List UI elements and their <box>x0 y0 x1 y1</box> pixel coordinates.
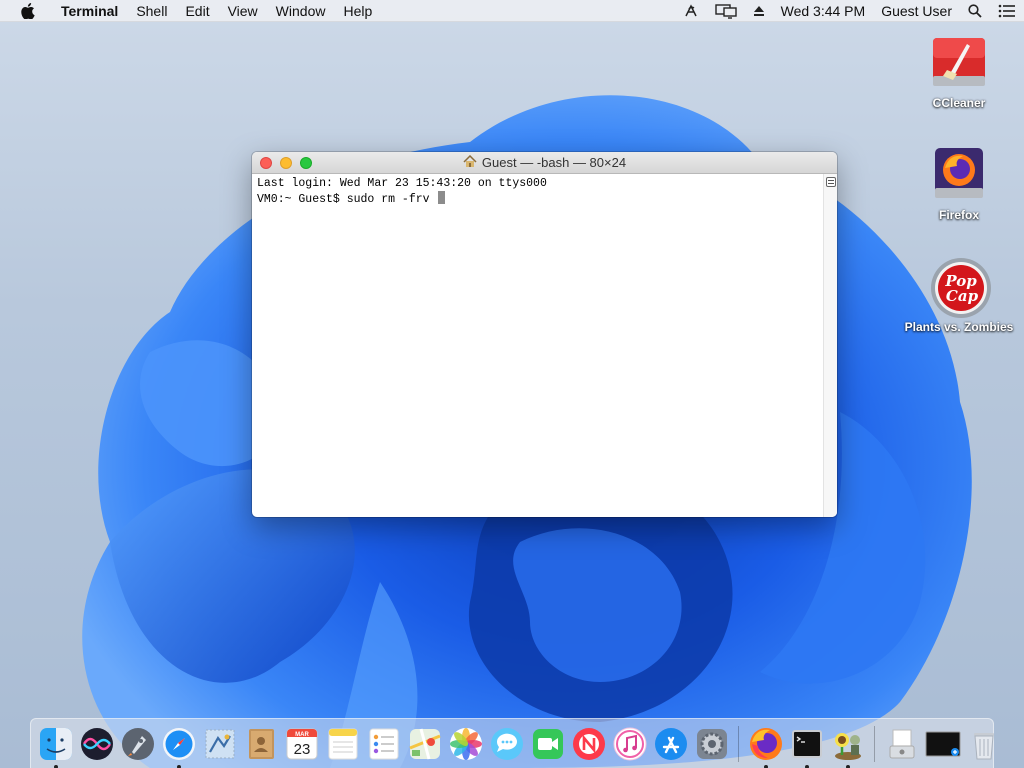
finder-icon <box>39 727 72 760</box>
dock-siri[interactable] <box>79 726 115 762</box>
dock-itunes[interactable] <box>612 726 648 762</box>
desktop-icon-plants-vs-zombies[interactable]: Pop Cap Plants vs. Zombies <box>899 256 1019 334</box>
screen-window-icon <box>925 731 960 756</box>
dock-firefox[interactable] <box>748 726 784 768</box>
dock-photos[interactable] <box>448 726 484 762</box>
dock-facetime[interactable] <box>530 726 566 762</box>
plants-vs-zombies-icon <box>834 732 861 760</box>
dock-separator <box>738 725 739 762</box>
dock-mail[interactable] <box>202 726 238 762</box>
running-indicator <box>845 764 850 768</box>
close-window-button[interactable] <box>260 157 272 169</box>
calendar-icon: MAR 23 <box>286 728 317 759</box>
apple-menu-icon[interactable] <box>18 2 38 19</box>
home-folder-icon <box>463 154 477 171</box>
siri-icon <box>80 727 113 760</box>
photos-icon <box>449 727 482 760</box>
menu-clock[interactable]: Wed 3:44 PM <box>781 3 866 19</box>
terminal-titlebar[interactable]: Guest — -bash — 80×24 <box>252 152 837 174</box>
desktop-icon-firefox[interactable]: Firefox <box>899 144 1019 222</box>
dock-news[interactable] <box>571 726 607 762</box>
menu-shell[interactable]: Shell <box>127 0 176 22</box>
fast-user-switching[interactable]: Guest User <box>881 3 952 19</box>
notification-center-icon[interactable] <box>998 4 1016 18</box>
terminal-content[interactable]: Last login: Wed Mar 23 15:43:20 on ttys0… <box>252 174 823 517</box>
dock-calendar[interactable]: MAR 23 <box>284 726 320 762</box>
running-indicator <box>804 764 809 768</box>
maps-icon <box>408 728 441 759</box>
dock-contacts[interactable] <box>243 726 279 762</box>
terminal-scrollbar[interactable] <box>823 174 837 517</box>
calendar-day: 23 <box>293 741 310 758</box>
dock-separator <box>874 725 875 762</box>
dock-messages[interactable] <box>489 726 525 762</box>
dock-reminders[interactable] <box>366 726 402 762</box>
svg-text:Cap: Cap <box>946 287 979 305</box>
dock-app-store[interactable] <box>653 726 689 762</box>
popcap-icon: Pop Cap <box>929 256 991 318</box>
dock-system-preferences[interactable] <box>694 726 730 762</box>
running-indicator <box>53 764 58 768</box>
dock-launchpad[interactable] <box>120 726 156 762</box>
desktop-icon-label: Plants vs. Zombies <box>904 320 1014 334</box>
desktop-icon-ccleaner[interactable]: CCleaner <box>899 32 1019 110</box>
display-mirroring-icon[interactable] <box>714 3 737 19</box>
menu-app-terminal[interactable]: Terminal <box>52 0 127 22</box>
dock-plants-vs-zombies[interactable] <box>830 726 866 768</box>
dock-maps[interactable] <box>407 726 443 762</box>
ccleaner-icon <box>929 32 989 92</box>
trash-icon <box>973 732 994 759</box>
document-preview-icon <box>889 729 914 758</box>
menu-window[interactable]: Window <box>267 0 335 22</box>
dock: MAR 23 <box>30 718 994 768</box>
terminal-icon <box>791 729 822 758</box>
script-status-icon[interactable] <box>683 3 699 19</box>
facetime-icon <box>532 728 563 759</box>
terminal-title: Guest — -bash — 80×24 <box>481 155 627 170</box>
dock-screen-recording[interactable] <box>925 726 961 762</box>
terminal-prompt-text: VM0:~ Guest$ sudo rm -frv <box>257 193 437 206</box>
safari-icon <box>162 727 195 760</box>
menu-bar: Terminal Shell Edit View Window Help Wed… <box>0 0 1024 22</box>
menu-view[interactable]: View <box>219 0 267 22</box>
terminal-line-prompt[interactable]: VM0:~ Guest$ sudo rm -frv <box>257 191 818 207</box>
news-icon <box>572 727 605 760</box>
gear-icon <box>696 728 727 759</box>
dock-terminal[interactable] <box>789 726 825 768</box>
mail-stamp-icon <box>205 729 234 758</box>
desktop-icon-label: Firefox <box>938 208 979 222</box>
dock-preview-document[interactable] <box>884 726 920 762</box>
dock-finder[interactable] <box>38 726 74 768</box>
messages-icon <box>490 727 523 760</box>
reminders-icon <box>369 728 398 759</box>
dock-safari[interactable] <box>161 726 197 768</box>
split-pane-icon[interactable] <box>826 177 836 187</box>
dock-notes[interactable] <box>325 726 361 762</box>
launchpad-icon <box>121 727 154 760</box>
eject-icon[interactable] <box>753 5 765 17</box>
dock-trash[interactable] <box>966 726 1002 762</box>
zoom-window-button[interactable] <box>300 157 312 169</box>
itunes-icon <box>613 727 646 760</box>
text-cursor <box>438 191 446 204</box>
running-indicator <box>176 764 181 768</box>
contacts-book-icon <box>248 728 274 759</box>
menu-edit[interactable]: Edit <box>176 0 218 22</box>
calendar-month: MAR <box>295 732 309 738</box>
minimize-window-button[interactable] <box>280 157 292 169</box>
terminal-window[interactable]: Guest — -bash — 80×24 Last login: Wed Ma… <box>252 152 837 517</box>
notes-icon <box>328 728 357 759</box>
desktop-icon-label: CCleaner <box>932 96 986 110</box>
running-indicator <box>763 764 768 768</box>
menu-help[interactable]: Help <box>334 0 381 22</box>
terminal-line-last-login: Last login: Wed Mar 23 15:43:20 on ttys0… <box>257 177 547 190</box>
spotlight-search-icon[interactable] <box>968 3 982 18</box>
firefox-drive-icon <box>929 144 989 204</box>
app-store-icon <box>654 727 687 760</box>
firefox-icon <box>749 727 782 760</box>
